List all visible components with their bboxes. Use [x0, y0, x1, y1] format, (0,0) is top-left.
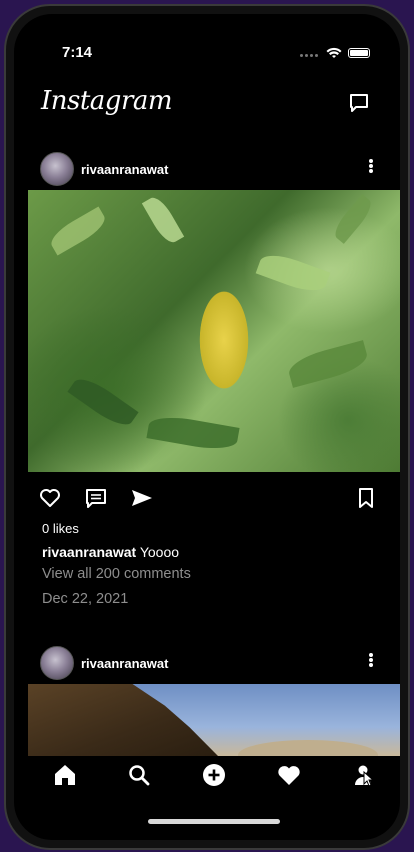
instagram-logo[interactable]: Instagram	[41, 86, 173, 116]
post-header: rivaanranawat	[14, 642, 400, 686]
profile-icon[interactable]	[350, 762, 376, 788]
battery-icon	[348, 48, 370, 58]
status-bar: 7:14	[14, 14, 400, 61]
post-header: rivaanranawat	[14, 148, 400, 192]
home-indicator	[148, 819, 280, 824]
comment-icon[interactable]	[84, 486, 108, 510]
heart-icon[interactable]	[276, 762, 302, 788]
direct-message-icon[interactable]	[348, 92, 370, 114]
wifi-icon	[326, 47, 342, 58]
heart-outline-icon[interactable]	[38, 486, 62, 510]
caption-username[interactable]: rivaanranawat	[42, 544, 136, 560]
caption-text: Yoooo	[139, 544, 180, 560]
post-image[interactable]	[28, 684, 400, 756]
more-options-icon[interactable]	[368, 652, 374, 670]
post-caption: rivaanranawat Yoooo	[42, 544, 179, 560]
avatar[interactable]	[40, 646, 74, 680]
home-icon[interactable]	[52, 762, 78, 788]
bookmark-icon[interactable]	[354, 486, 378, 510]
status-icons	[300, 44, 370, 62]
more-options-icon[interactable]	[368, 158, 374, 176]
app-header: Instagram	[14, 78, 400, 122]
post-date: Dec 22, 2021	[42, 591, 129, 607]
search-icon[interactable]	[126, 762, 152, 788]
post-image[interactable]	[28, 190, 400, 472]
signal-icon	[300, 44, 320, 62]
post-username[interactable]: rivaanranawat	[81, 162, 168, 177]
bottom-nav	[14, 756, 400, 796]
post-actions	[14, 484, 400, 514]
post-username[interactable]: rivaanranawat	[81, 656, 168, 671]
send-icon[interactable]	[130, 486, 154, 510]
phone-frame: 7:14 Instagram rivaanranawat 0 likes riv…	[4, 4, 410, 850]
add-icon[interactable]	[201, 762, 227, 788]
status-time: 7:14	[62, 44, 93, 61]
view-comments-link[interactable]: View all 200 comments	[42, 566, 191, 582]
likes-count[interactable]: 0 likes	[42, 521, 79, 536]
avatar[interactable]	[40, 152, 74, 186]
app-screen: 7:14 Instagram rivaanranawat 0 likes riv…	[14, 14, 400, 840]
